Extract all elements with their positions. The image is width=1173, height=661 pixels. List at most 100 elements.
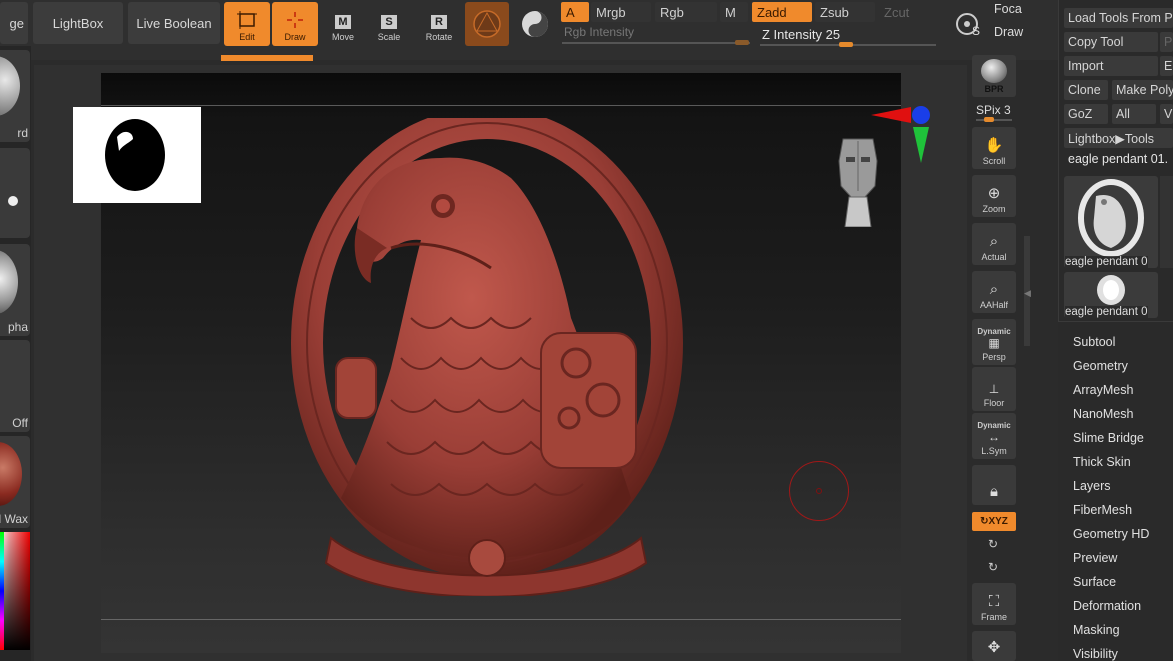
menu-masking[interactable]: Masking	[1073, 623, 1120, 637]
scale-label: Scale	[377, 32, 401, 42]
rotate-icon: R	[431, 15, 447, 29]
lock-button[interactable]: 🔒︎	[972, 465, 1016, 505]
persp-button[interactable]: Dynamic ▦ Persp	[972, 319, 1016, 365]
alpha-slot[interactable]: pha	[0, 244, 30, 336]
current-tool-name[interactable]: eagle pendant 01.	[1064, 152, 1173, 170]
y-rotate-button[interactable]: ↻	[988, 537, 998, 551]
rgb-intensity-slider[interactable]	[562, 42, 750, 44]
spix-slider[interactable]	[976, 119, 1012, 121]
red-wax-sphere-icon	[0, 442, 22, 506]
goz-button[interactable]: GoZ	[1064, 104, 1108, 124]
menu-thick-skin[interactable]: Thick Skin	[1073, 455, 1131, 469]
clone-button[interactable]: Clone	[1064, 80, 1108, 100]
bpr-button[interactable]: BPR	[972, 55, 1016, 97]
focal-label: Foca	[994, 2, 1022, 16]
stroke-dot-icon	[8, 196, 18, 206]
make-polymesh-button[interactable]: Make Poly	[1112, 80, 1173, 100]
z-rotate-button[interactable]: ↻	[988, 560, 998, 574]
goz-visible-button[interactable]: V	[1160, 104, 1173, 124]
hue-strip[interactable]	[0, 532, 4, 650]
eagle-thumbnail-icon	[1078, 179, 1144, 257]
spix-display[interactable]: SPix 3	[976, 103, 1011, 117]
rgb-label: Rgb	[660, 4, 684, 20]
brush-slot[interactable]: rd	[0, 50, 30, 142]
menu-geometry[interactable]: Geometry	[1073, 359, 1128, 373]
color-picker[interactable]	[0, 532, 30, 650]
axis-gizmo[interactable]	[871, 103, 931, 165]
menu-slime-bridge[interactable]: Slime Bridge	[1073, 431, 1144, 445]
partial-button-left[interactable]: ge	[0, 2, 28, 44]
visible-label: V	[1164, 107, 1173, 121]
edit-button[interactable]: Edit	[224, 2, 270, 46]
brush-sphere-icon	[0, 56, 20, 116]
move-button[interactable]: M Move	[320, 2, 366, 46]
document-canvas[interactable]	[101, 73, 930, 653]
texture-button[interactable]	[515, 2, 555, 46]
left-palette-strip: rd pha Off d Wax	[0, 46, 31, 661]
draw-button[interactable]: Draw	[272, 2, 318, 46]
scroll-label: Scroll	[982, 156, 1006, 166]
bpr-sphere-icon	[981, 59, 1007, 83]
menu-nanomesh[interactable]: NanoMesh	[1073, 407, 1133, 421]
m-button[interactable]: M	[720, 2, 748, 22]
menu-preview[interactable]: Preview	[1073, 551, 1117, 565]
copy-tool-button[interactable]: Copy Tool	[1064, 32, 1158, 52]
z-intensity-knob[interactable]	[839, 42, 853, 47]
zadd-label: Zadd	[757, 4, 787, 20]
scroll-button[interactable]: ✋ Scroll	[972, 127, 1016, 169]
menu-subtool[interactable]: Subtool	[1073, 335, 1115, 349]
lightbox-button[interactable]: LightBox	[33, 2, 123, 44]
scale-button[interactable]: S Scale	[366, 2, 412, 46]
rgb-button[interactable]: Rgb	[655, 2, 717, 22]
menu-visibility[interactable]: Visibility	[1073, 647, 1118, 661]
menu-surface[interactable]: Surface	[1073, 575, 1116, 589]
tool-thumbnail-1[interactable]: eagle pendant 0	[1064, 176, 1158, 268]
menu-fibermesh[interactable]: FiberMesh	[1073, 503, 1132, 517]
spix-knob[interactable]	[984, 117, 994, 122]
a-toggle-label: A	[566, 4, 575, 20]
texture-slot[interactable]: Off	[0, 340, 30, 432]
floor-button[interactable]: ⊥ Floor	[972, 367, 1016, 411]
move-view-button[interactable]: ✥	[972, 631, 1016, 661]
zcut-label: Zcut	[884, 4, 910, 20]
thumbnail-scroll[interactable]	[1160, 176, 1173, 268]
clone-label: Clone	[1068, 83, 1101, 97]
live-boolean-button[interactable]: Live Boolean	[128, 2, 220, 44]
material-button[interactable]	[465, 2, 509, 46]
zadd-button[interactable]: Zadd	[752, 2, 812, 22]
xyz-rotate-button[interactable]: ↻ XYZ	[972, 512, 1016, 531]
paste-tool-button[interactable]: P	[1160, 32, 1173, 52]
zcut-button[interactable]: Zcut	[879, 2, 929, 22]
menu-deformation[interactable]: Deformation	[1073, 599, 1141, 613]
goz-all-button[interactable]: All	[1112, 104, 1156, 124]
rotate-button[interactable]: R Rotate	[416, 2, 462, 46]
frame-icon: ⛶	[988, 593, 1000, 610]
load-tools-button[interactable]: Load Tools From P	[1064, 8, 1173, 28]
menu-layers[interactable]: Layers	[1073, 479, 1111, 493]
spix-value: 3	[1004, 103, 1011, 117]
actual-button[interactable]: ⌕ Actual	[972, 223, 1016, 265]
zsub-label: Zsub	[820, 4, 849, 20]
rgb-intensity-knob[interactable]	[735, 40, 749, 45]
focal-shift-button[interactable]: S	[950, 6, 984, 42]
tool-thumbnail-2[interactable]: eagle pendant 0	[1064, 272, 1158, 318]
lightbox-tools-button[interactable]: Lightbox▶Tools	[1064, 128, 1173, 148]
frame-button[interactable]: ⛶ Frame	[972, 583, 1016, 625]
mrgb-button[interactable]: Mrgb	[591, 2, 651, 22]
menu-geometry-hd[interactable]: Geometry HD	[1073, 527, 1149, 541]
stroke-slot[interactable]	[0, 148, 30, 238]
a-toggle[interactable]: A	[561, 2, 589, 22]
import-label: Import	[1068, 59, 1104, 73]
material-slot[interactable]: d Wax	[0, 436, 30, 528]
hand-icon: ✋	[984, 137, 1004, 154]
zsub-button[interactable]: Zsub	[815, 2, 875, 22]
menu-arraymesh[interactable]: ArrayMesh	[1073, 383, 1133, 397]
actual-label: Actual	[981, 252, 1007, 262]
zoom-button[interactable]: ⊕ Zoom	[972, 175, 1016, 217]
export-button[interactable]: E	[1160, 56, 1173, 76]
import-button[interactable]: Import	[1064, 56, 1158, 76]
collapse-arrow-icon[interactable]: ◀	[1024, 288, 1031, 299]
lsym-button[interactable]: Dynamic ↔ L.Sym	[972, 413, 1016, 459]
aahalf-button[interactable]: ⌕ AAHalf	[972, 271, 1016, 313]
brush-cursor	[789, 461, 849, 521]
